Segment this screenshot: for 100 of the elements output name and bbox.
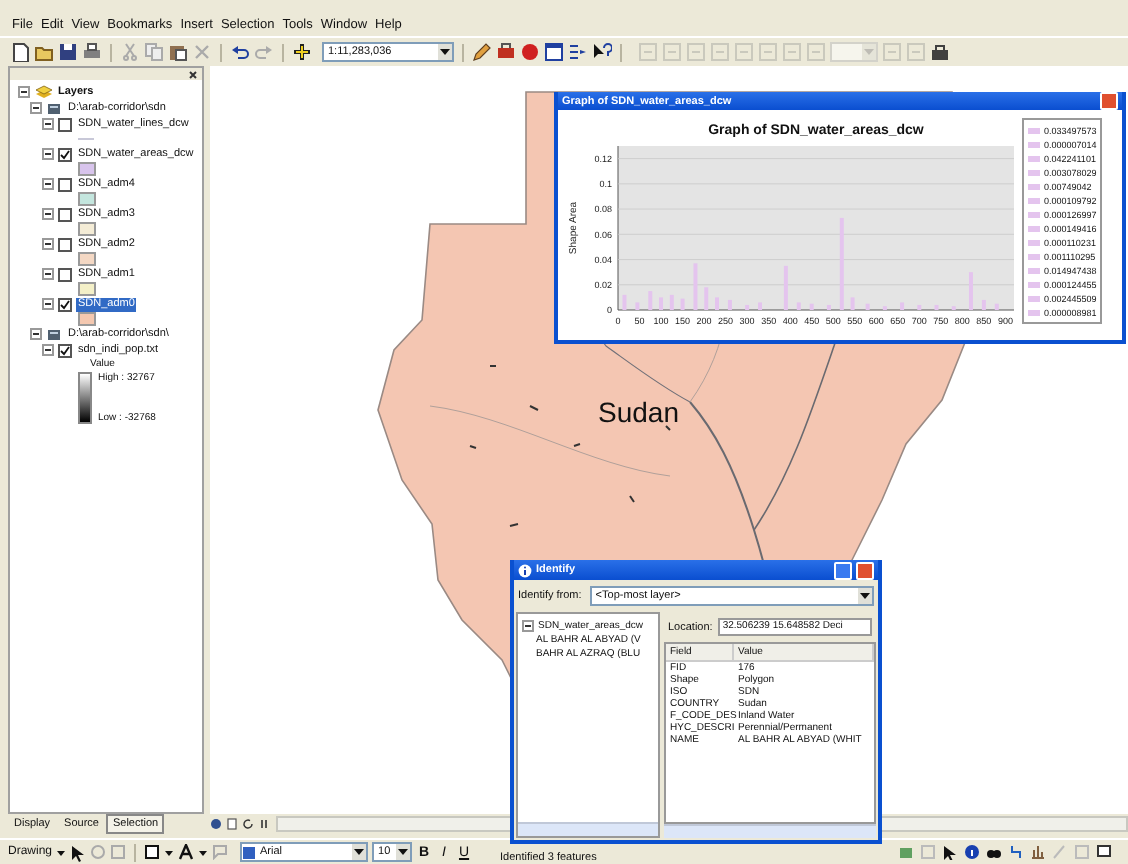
add-data-icon[interactable]	[292, 42, 312, 62]
print-icon[interactable]	[82, 42, 102, 62]
collapse-icon[interactable]	[42, 178, 54, 190]
text-tool-icon[interactable]	[178, 844, 195, 860]
toolbox-icon[interactable]	[496, 42, 516, 62]
checkmark-icon	[60, 299, 70, 309]
rectangle-icon[interactable]	[144, 844, 161, 860]
legend-swatch	[1028, 295, 1040, 301]
legend-swatch	[1028, 281, 1040, 287]
checkbox[interactable]	[58, 343, 72, 357]
bar	[669, 294, 674, 310]
checkmark-icon	[60, 149, 70, 159]
bar	[648, 291, 653, 310]
refresh-icon[interactable]	[242, 818, 254, 830]
pointer-icon[interactable]	[942, 844, 958, 860]
globe-icon[interactable]	[210, 818, 222, 830]
save-icon[interactable]	[58, 42, 78, 62]
help-button[interactable]	[834, 561, 852, 579]
collapse-icon[interactable]	[18, 86, 30, 98]
bar	[934, 304, 939, 310]
checkbox[interactable]	[58, 117, 72, 131]
bar	[981, 299, 986, 310]
collapse-icon[interactable]	[30, 328, 42, 340]
pause-icon[interactable]	[258, 818, 270, 830]
dropdown-arrow-icon[interactable]	[858, 588, 872, 604]
dropdown-arrow-icon[interactable]	[396, 844, 411, 860]
legend-swatch	[1028, 141, 1040, 147]
legend-swatch	[1028, 225, 1040, 231]
new-document-icon[interactable]	[10, 42, 30, 62]
checkmark-icon	[60, 345, 70, 355]
bar	[850, 297, 855, 310]
bar	[994, 303, 999, 310]
collapse-icon[interactable]	[42, 238, 54, 250]
close-button[interactable]	[1100, 92, 1118, 110]
caret-icon[interactable]	[56, 847, 67, 857]
bar	[680, 298, 685, 310]
legend-swatch	[1028, 267, 1040, 273]
bar	[635, 302, 640, 310]
collapse-icon[interactable]	[42, 268, 54, 280]
info-icon	[518, 563, 532, 577]
bar	[839, 217, 844, 310]
collapse-icon[interactable]	[42, 118, 54, 130]
dropdown-arrow-icon[interactable]	[438, 44, 452, 60]
pointer-icon[interactable]	[70, 843, 87, 861]
graph-icon[interactable]	[1030, 844, 1046, 860]
legend-swatch	[1028, 155, 1040, 161]
legend-swatch	[1028, 211, 1040, 217]
bar	[758, 302, 763, 310]
database-icon	[46, 101, 62, 115]
legend-swatch	[1028, 197, 1040, 203]
checkbox[interactable]	[58, 267, 72, 281]
paste-icon[interactable]	[168, 42, 188, 62]
bar	[917, 304, 922, 310]
binoculars-icon[interactable]	[986, 844, 1002, 860]
window-icon[interactable]	[544, 42, 564, 62]
color-ramp	[78, 372, 92, 424]
route-icon[interactable]	[1008, 844, 1024, 860]
bar	[865, 303, 870, 310]
page-icon[interactable]	[226, 818, 238, 830]
legend-swatch	[1028, 183, 1040, 189]
close-button[interactable]	[856, 561, 874, 579]
monitor-icon[interactable]	[1096, 844, 1112, 860]
undo-icon[interactable]	[230, 42, 250, 62]
checkbox[interactable]	[58, 297, 72, 311]
bar	[900, 302, 905, 310]
help-pointer-icon[interactable]	[592, 42, 612, 62]
collapse-icon[interactable]	[42, 148, 54, 160]
bar	[809, 303, 814, 310]
caret-icon[interactable]	[164, 847, 175, 857]
collapse-icon[interactable]	[42, 208, 54, 220]
collapse-icon[interactable]	[30, 102, 42, 114]
legend-swatch	[1028, 127, 1040, 133]
open-folder-icon[interactable]	[34, 42, 54, 62]
collapse-icon[interactable]	[42, 344, 54, 356]
legend-swatch	[1028, 239, 1040, 245]
font-icon	[242, 845, 257, 859]
caret-icon[interactable]	[198, 847, 209, 857]
bar	[968, 272, 973, 310]
bar	[622, 294, 627, 310]
bar	[704, 287, 709, 310]
lock-icon[interactable]	[930, 42, 950, 62]
checkbox[interactable]	[58, 147, 72, 161]
layers-icon	[34, 84, 52, 100]
map-label: Sudan	[598, 396, 679, 428]
command-line-icon[interactable]	[568, 42, 588, 62]
collapse-icon[interactable]	[522, 619, 534, 631]
checkbox[interactable]	[58, 207, 72, 221]
dropdown-arrow-icon[interactable]	[352, 844, 367, 860]
horizontal-scrollbar[interactable]	[518, 822, 658, 836]
layers-tool-icon[interactable]	[898, 844, 914, 860]
checkbox[interactable]	[58, 237, 72, 251]
pencil-icon[interactable]	[472, 42, 492, 62]
close-icon[interactable]	[188, 69, 198, 79]
info-icon[interactable]	[964, 844, 980, 860]
legend-swatch	[1028, 309, 1040, 315]
bar	[659, 297, 664, 310]
checkbox[interactable]	[58, 177, 72, 191]
horizontal-scrollbar[interactable]	[664, 824, 876, 838]
ball-icon[interactable]	[520, 42, 540, 62]
collapse-icon[interactable]	[42, 298, 54, 310]
